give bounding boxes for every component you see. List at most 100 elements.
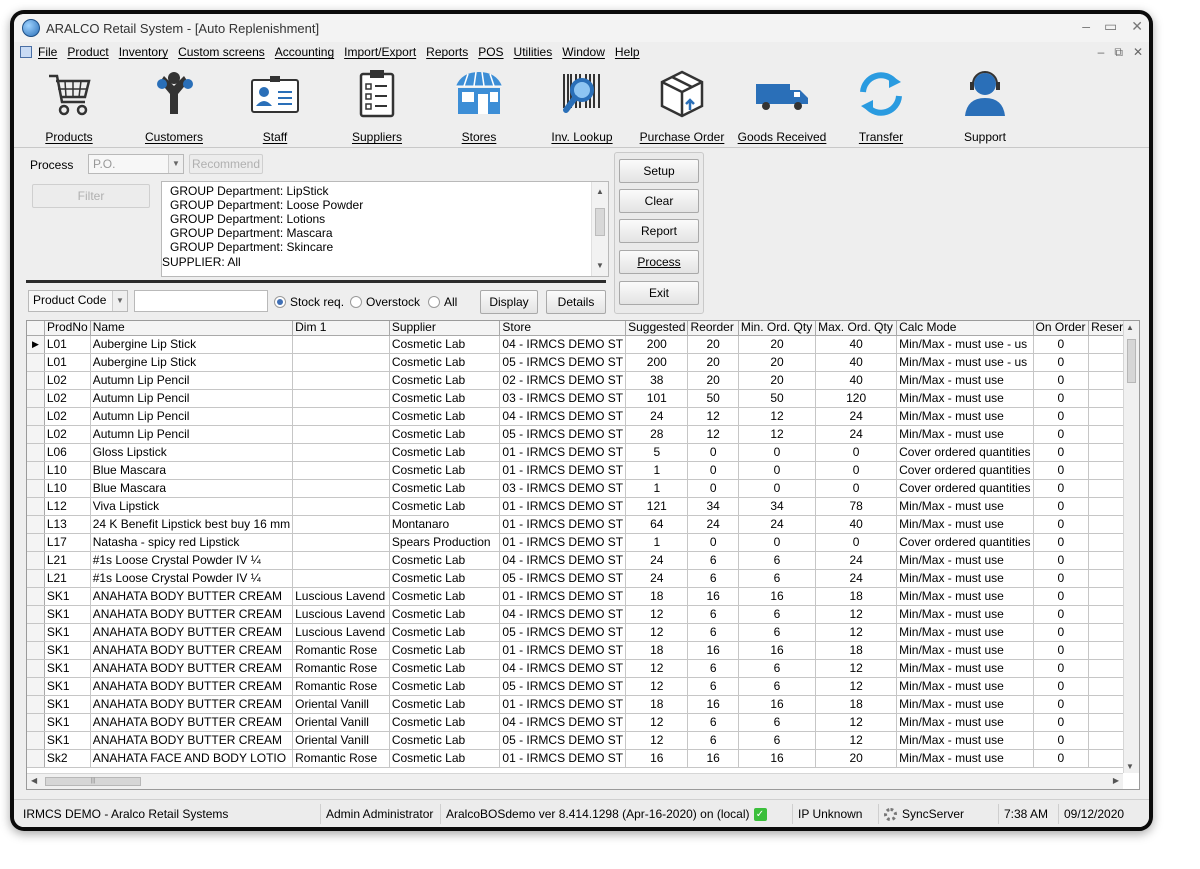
table-row[interactable]: L02 Autumn Lip Pencil Cosmetic Lab 02 - IRM… bbox=[27, 371, 1139, 390]
table-cell[interactable]: Autumn Lip Pencil bbox=[90, 407, 294, 426]
table-row[interactable]: Sk2 ANAHATA FACE AND BODY LOTIO Romantic R… bbox=[27, 749, 1139, 768]
table-cell[interactable] bbox=[292, 515, 390, 534]
menu-pos[interactable]: POS bbox=[478, 45, 503, 59]
table-cell[interactable]: Cosmetic Lab bbox=[389, 713, 501, 732]
table-row[interactable]: L21 #1s Loose Crystal Powder IV ¼ Cosmetic… bbox=[27, 569, 1139, 588]
table-cell[interactable]: 0 bbox=[815, 533, 898, 552]
filter-criteria-list[interactable]: GROUP Department: LipStick GROUP Departm… bbox=[161, 181, 609, 277]
row-indicator[interactable] bbox=[27, 587, 45, 606]
table-cell[interactable]: Autumn Lip Pencil bbox=[90, 389, 294, 408]
menu-custom-screens[interactable]: Custom screens bbox=[178, 45, 265, 59]
table-row[interactable]: L12 Viva Lipstick Cosmetic Lab 01 - IRMCS D… bbox=[27, 497, 1139, 516]
table-cell[interactable]: Cosmetic Lab bbox=[389, 749, 501, 768]
table-cell[interactable]: L01 bbox=[44, 335, 91, 354]
table-cell[interactable]: ANAHATA BODY BUTTER CREAM bbox=[90, 677, 294, 696]
table-cell[interactable]: 0 bbox=[1033, 389, 1090, 408]
table-cell[interactable]: 0 bbox=[687, 479, 739, 498]
table-cell[interactable]: 20 bbox=[738, 371, 817, 390]
table-cell[interactable]: SK1 bbox=[44, 659, 91, 678]
table-cell[interactable] bbox=[292, 479, 390, 498]
table-cell[interactable]: 6 bbox=[738, 659, 817, 678]
table-cell[interactable]: 05 - IRMCS DEMO ST bbox=[499, 425, 627, 444]
column-header[interactable]: Reorder bbox=[687, 321, 739, 336]
table-cell[interactable]: 6 bbox=[738, 605, 817, 624]
table-cell[interactable]: 01 - IRMCS DEMO ST bbox=[499, 515, 627, 534]
table-cell[interactable]: 01 - IRMCS DEMO ST bbox=[499, 641, 627, 660]
mdi-close-icon[interactable]: ✕ bbox=[1133, 45, 1143, 60]
table-cell[interactable]: 40 bbox=[815, 353, 898, 372]
table-cell[interactable]: L10 bbox=[44, 479, 91, 498]
table-cell[interactable] bbox=[292, 407, 390, 426]
table-cell[interactable]: 50 bbox=[687, 389, 739, 408]
scroll-up-icon[interactable]: ▲ bbox=[592, 184, 608, 200]
table-cell[interactable]: 0 bbox=[1033, 371, 1090, 390]
row-indicator[interactable] bbox=[27, 731, 45, 750]
table-cell[interactable]: 6 bbox=[738, 623, 817, 642]
table-cell[interactable]: 6 bbox=[738, 713, 817, 732]
row-indicator[interactable] bbox=[27, 533, 45, 552]
table-cell[interactable]: SK1 bbox=[44, 587, 91, 606]
table-cell[interactable]: 6 bbox=[687, 605, 739, 624]
menu-file[interactable]: File bbox=[38, 45, 57, 59]
table-cell[interactable]: L02 bbox=[44, 389, 91, 408]
column-header[interactable]: Suggested bbox=[625, 321, 689, 336]
table-row[interactable]: L02 Autumn Lip Pencil Cosmetic Lab 05 - IRM… bbox=[27, 425, 1139, 444]
table-cell[interactable]: 6 bbox=[738, 569, 817, 588]
table-row[interactable]: ▶ L01 Aubergine Lip Stick Cosmetic Lab 04 - … bbox=[27, 335, 1139, 354]
table-cell[interactable]: 01 - IRMCS DEMO ST bbox=[499, 587, 627, 606]
table-cell[interactable]: Min/Max - must use - us bbox=[896, 353, 1034, 372]
table-cell[interactable]: 01 - IRMCS DEMO ST bbox=[499, 461, 627, 480]
table-cell[interactable]: 0 bbox=[1033, 605, 1090, 624]
scroll-up-icon[interactable]: ▲ bbox=[1126, 323, 1134, 332]
table-cell[interactable]: 0 bbox=[1033, 731, 1090, 750]
scroll-right-icon[interactable]: ▶ bbox=[1113, 776, 1119, 785]
table-cell[interactable] bbox=[292, 497, 390, 516]
row-indicator[interactable] bbox=[27, 659, 45, 678]
table-cell[interactable]: Romantic Rose bbox=[292, 641, 390, 660]
recommend-button[interactable]: Recommend bbox=[189, 154, 263, 174]
table-cell[interactable]: 01 - IRMCS DEMO ST bbox=[499, 695, 627, 714]
table-cell[interactable]: 05 - IRMCS DEMO ST bbox=[499, 623, 627, 642]
table-cell[interactable]: SK1 bbox=[44, 713, 91, 732]
table-cell[interactable]: Luscious Lavend bbox=[292, 605, 390, 624]
table-row[interactable]: L01 Aubergine Lip Stick Cosmetic Lab 05 - I… bbox=[27, 353, 1139, 372]
row-indicator[interactable] bbox=[27, 515, 45, 534]
table-cell[interactable]: 16 bbox=[738, 695, 817, 714]
table-cell[interactable]: 24 bbox=[625, 569, 689, 588]
table-cell[interactable]: 28 bbox=[625, 425, 689, 444]
table-cell[interactable]: 18 bbox=[815, 695, 898, 714]
table-cell[interactable]: 78 bbox=[815, 497, 898, 516]
column-header[interactable]: Name bbox=[90, 321, 294, 336]
row-indicator[interactable] bbox=[27, 695, 45, 714]
table-row[interactable]: L13 24 K Benefit Lipstick best buy 16 mm M… bbox=[27, 515, 1139, 534]
table-cell[interactable]: 12 bbox=[815, 713, 898, 732]
table-cell[interactable] bbox=[292, 533, 390, 552]
table-cell[interactable]: 0 bbox=[1033, 335, 1090, 354]
table-row[interactable]: L10 Blue Mascara Cosmetic Lab 03 - IRMCS DE… bbox=[27, 479, 1139, 498]
table-cell[interactable]: Min/Max - must use bbox=[896, 695, 1034, 714]
grid-horizontal-scrollbar[interactable]: ◀ ||| ▶ bbox=[27, 773, 1123, 789]
search-field-select[interactable]: Product Code ▼ bbox=[28, 290, 128, 312]
menu-import-export[interactable]: Import/Export bbox=[344, 45, 416, 59]
suppliers-button[interactable]: Suppliers bbox=[342, 62, 412, 148]
column-header[interactable]: ProdNo bbox=[44, 321, 91, 336]
row-indicator[interactable] bbox=[27, 569, 45, 588]
table-cell[interactable]: ANAHATA BODY BUTTER CREAM bbox=[90, 695, 294, 714]
table-cell[interactable]: 04 - IRMCS DEMO ST bbox=[499, 713, 627, 732]
table-cell[interactable]: Cover ordered quantities bbox=[896, 479, 1034, 498]
display-button[interactable]: Display bbox=[480, 290, 538, 314]
table-cell[interactable]: #1s Loose Crystal Powder IV ¼ bbox=[90, 551, 294, 570]
table-cell[interactable]: Cosmetic Lab bbox=[389, 497, 501, 516]
menu-utilities[interactable]: Utilities bbox=[514, 45, 553, 59]
table-row[interactable]: SK1 ANAHATA BODY BUTTER CREAM Luscious Lav… bbox=[27, 623, 1139, 642]
search-input[interactable] bbox=[134, 290, 268, 312]
setup-button[interactable]: Setup bbox=[619, 159, 699, 183]
table-cell[interactable]: 0 bbox=[1033, 569, 1090, 588]
table-cell[interactable]: Luscious Lavend bbox=[292, 587, 390, 606]
menu-product[interactable]: Product bbox=[67, 45, 108, 59]
customers-button[interactable]: Customers bbox=[138, 62, 210, 148]
table-cell[interactable]: 0 bbox=[1033, 551, 1090, 570]
table-cell[interactable]: 6 bbox=[738, 677, 817, 696]
table-cell[interactable] bbox=[292, 371, 390, 390]
table-cell[interactable]: Min/Max - must use bbox=[896, 587, 1034, 606]
